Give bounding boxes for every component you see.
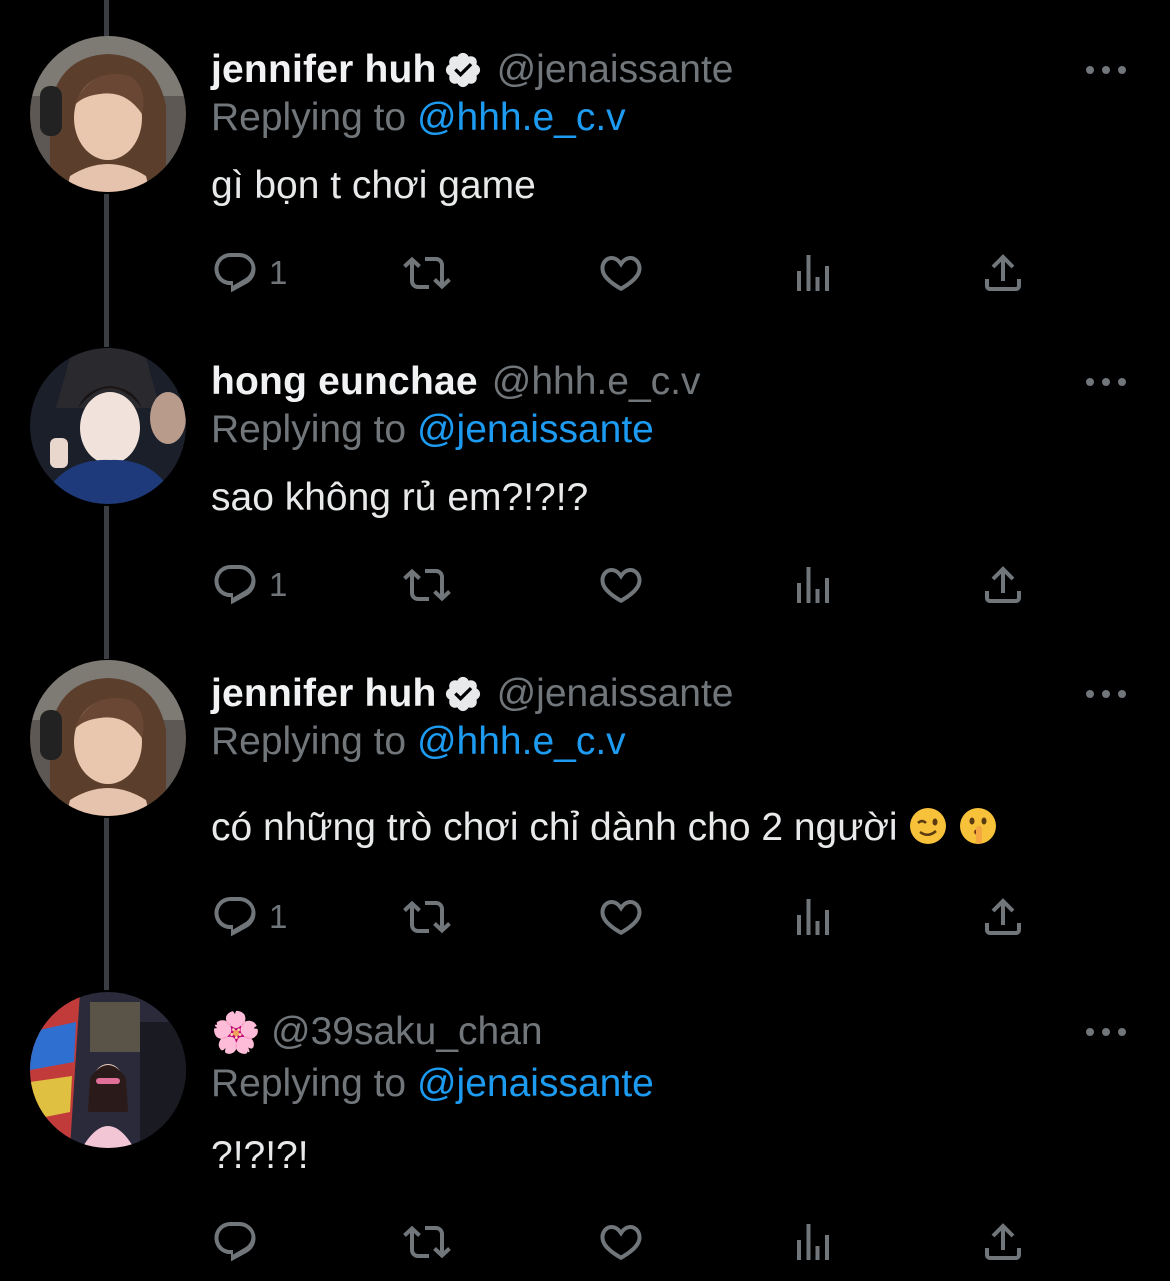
views-icon xyxy=(797,899,829,935)
display-name[interactable]: jennifer huh xyxy=(211,672,437,716)
verified-badge-icon xyxy=(445,676,480,712)
retweet-button[interactable] xyxy=(403,560,451,610)
replying-label: Replying to xyxy=(211,1062,417,1105)
mention-link[interactable]: @hhh.e_c.v xyxy=(417,720,626,763)
avatar[interactable] xyxy=(30,36,186,192)
replying-label: Replying to xyxy=(211,720,417,763)
verified-badge-icon xyxy=(445,52,480,88)
thread-line xyxy=(104,0,109,36)
retweet-button[interactable] xyxy=(403,1217,451,1267)
tweet-header: jennifer huh @jenaissante xyxy=(211,664,733,724)
like-icon xyxy=(600,567,642,604)
avatar[interactable] xyxy=(30,660,186,816)
tweet[interactable]: jennifer huh @jenaissante Replying to @h… xyxy=(0,660,1170,964)
reply-icon xyxy=(214,1222,256,1262)
like-button[interactable] xyxy=(597,892,645,942)
display-name[interactable]: 🌸 xyxy=(211,1009,261,1056)
mention-link[interactable]: @jenaissante xyxy=(417,1062,654,1105)
reply-icon xyxy=(214,897,256,937)
like-icon xyxy=(600,899,642,936)
views-icon xyxy=(797,567,829,603)
share-icon xyxy=(985,254,1021,291)
tweet[interactable]: 🌸 @39saku_chan Replying to @jenaissante … xyxy=(0,992,1170,1281)
handle[interactable]: @jenaissante xyxy=(497,672,734,716)
action-bar: 1 xyxy=(211,248,1061,298)
tweet[interactable]: hong eunchae @hhh.e_c.v Replying to @jen… xyxy=(0,348,1170,622)
reply-count: 1 xyxy=(269,898,288,935)
retweet-icon xyxy=(403,900,451,934)
replying-label: Replying to xyxy=(211,96,417,139)
views-icon xyxy=(797,1224,829,1260)
replying-to: Replying to @jenaissante xyxy=(211,1062,654,1106)
more-icon[interactable] xyxy=(1086,1020,1126,1044)
winking-face-icon xyxy=(909,808,946,844)
handle[interactable]: @jenaissante xyxy=(497,48,734,92)
share-icon xyxy=(985,566,1021,603)
replying-to: Replying to @jenaissante xyxy=(211,408,654,452)
reply-button[interactable]: 1 xyxy=(211,248,287,298)
mention-link[interactable]: @jenaissante xyxy=(417,408,654,451)
reply-count: 1 xyxy=(269,254,288,291)
retweet-icon xyxy=(403,256,451,290)
replying-label: Replying to xyxy=(211,408,417,451)
avatar[interactable] xyxy=(30,992,186,1148)
tweet-header: jennifer huh @jenaissante xyxy=(211,40,733,100)
tweet-text-line: có những trò chơi chỉ dành cho 2 người xyxy=(211,806,998,850)
share-button[interactable] xyxy=(979,248,1027,298)
reply-icon xyxy=(214,253,256,293)
retweet-button[interactable] xyxy=(403,248,451,298)
shushing-face-icon xyxy=(959,808,996,844)
more-icon[interactable] xyxy=(1086,682,1126,706)
replying-to: Replying to @hhh.e_c.v xyxy=(211,96,626,140)
share-icon xyxy=(985,1223,1021,1260)
share-button[interactable] xyxy=(979,1217,1027,1267)
tweet-header: 🌸 @39saku_chan xyxy=(211,1002,543,1062)
tweet-header: hong eunchae @hhh.e_c.v xyxy=(211,352,700,412)
share-button[interactable] xyxy=(979,560,1027,610)
tweet-text: ?!?!?! xyxy=(211,1134,309,1177)
handle[interactable]: @hhh.e_c.v xyxy=(492,360,701,404)
display-name[interactable]: jennifer huh xyxy=(211,48,437,92)
views-button[interactable] xyxy=(789,892,837,942)
views-icon xyxy=(797,255,829,291)
retweet-icon xyxy=(403,568,451,602)
tweet[interactable]: jennifer huh @jenaissante Replying to @h… xyxy=(0,36,1170,310)
display-name[interactable]: hong eunchae xyxy=(211,360,478,404)
action-bar xyxy=(211,1217,1061,1267)
action-bar: 1 xyxy=(211,892,1061,942)
share-icon xyxy=(985,898,1021,935)
like-button[interactable] xyxy=(597,1217,645,1267)
tweet-text: có những trò chơi chỉ dành cho 2 người xyxy=(211,806,898,849)
reply-button[interactable]: 1 xyxy=(211,560,287,610)
more-icon[interactable] xyxy=(1086,370,1126,394)
views-button[interactable] xyxy=(789,248,837,298)
replying-to: Replying to @hhh.e_c.v xyxy=(211,720,626,764)
share-button[interactable] xyxy=(979,892,1027,942)
retweet-icon xyxy=(403,1225,451,1259)
reply-button[interactable]: 1 xyxy=(211,892,287,942)
reply-button[interactable] xyxy=(211,1217,269,1267)
views-button[interactable] xyxy=(789,1217,837,1267)
reply-icon xyxy=(214,565,256,605)
views-button[interactable] xyxy=(789,560,837,610)
like-button[interactable] xyxy=(597,560,645,610)
action-bar: 1 xyxy=(211,560,1061,610)
tweet-text: sao không rủ em?!?!? xyxy=(211,476,589,519)
reply-count: 1 xyxy=(269,566,288,603)
avatar[interactable] xyxy=(30,348,186,504)
like-icon xyxy=(600,255,642,292)
like-icon xyxy=(600,1224,642,1261)
tweet-text: gì bọn t chơi game xyxy=(211,164,536,207)
like-button[interactable] xyxy=(597,248,645,298)
more-icon[interactable] xyxy=(1086,58,1126,82)
retweet-button[interactable] xyxy=(403,892,451,942)
mention-link[interactable]: @hhh.e_c.v xyxy=(417,96,626,139)
handle[interactable]: @39saku_chan xyxy=(271,1010,543,1054)
